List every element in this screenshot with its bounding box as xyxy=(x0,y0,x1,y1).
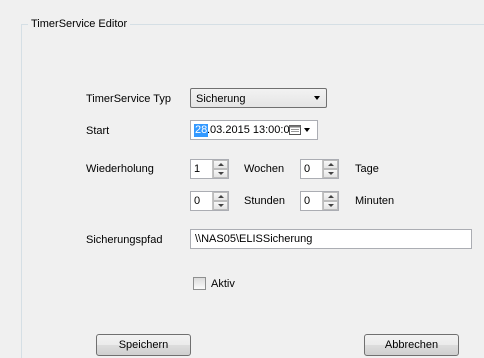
type-select-value: Sicherung xyxy=(196,93,246,105)
days-value[interactable]: 0 xyxy=(304,163,310,176)
path-input[interactable]: \\NAS05\ELISSicherung xyxy=(190,229,472,249)
type-label: TimerService Typ xyxy=(86,93,171,105)
spin-up-icon[interactable] xyxy=(323,160,338,169)
minutes-stepper[interactable]: 0 xyxy=(300,191,339,211)
days-label: Tage xyxy=(355,163,379,175)
weeks-value[interactable]: 1 xyxy=(194,163,200,176)
spin-down-icon[interactable] xyxy=(323,169,338,178)
weeks-label: Wochen xyxy=(244,163,285,175)
cancel-button[interactable]: Abbrechen xyxy=(364,334,459,356)
active-checkbox[interactable] xyxy=(193,277,206,290)
repeat-label: Wiederholung xyxy=(86,163,154,175)
timerservice-groupbox xyxy=(21,24,484,358)
chevron-down-icon xyxy=(314,96,320,100)
start-datetime-rest[interactable]: .03.2015 13:00:00 xyxy=(207,124,296,137)
hours-label: Stunden xyxy=(244,195,285,207)
hours-stepper[interactable]: 0 xyxy=(190,191,229,211)
days-stepper[interactable]: 0 xyxy=(300,159,339,179)
minutes-spin-buttons xyxy=(322,192,338,210)
weeks-stepper[interactable]: 1 xyxy=(190,159,229,179)
weeks-spin-buttons xyxy=(212,160,228,178)
active-label[interactable]: Aktiv xyxy=(211,277,235,291)
spin-down-icon[interactable] xyxy=(323,201,338,210)
start-label: Start xyxy=(86,125,110,137)
calendar-icon[interactable] xyxy=(289,124,301,135)
minutes-value[interactable]: 0 xyxy=(304,195,310,208)
path-value[interactable]: \\NAS05\ELISSicherung xyxy=(195,233,312,246)
path-label: Sicherungspfad xyxy=(86,234,163,246)
minutes-label: Minuten xyxy=(355,195,395,207)
days-spin-buttons xyxy=(322,160,338,178)
type-select[interactable]: Sicherung xyxy=(190,88,327,108)
spin-up-icon[interactable] xyxy=(213,192,228,201)
hours-value[interactable]: 0 xyxy=(194,195,200,208)
spin-up-icon[interactable] xyxy=(323,192,338,201)
chevron-down-icon[interactable] xyxy=(304,128,310,132)
spin-up-icon[interactable] xyxy=(213,160,228,169)
hours-spin-buttons xyxy=(212,192,228,210)
spin-down-icon[interactable] xyxy=(213,169,228,178)
save-button[interactable]: Speichern xyxy=(96,334,191,356)
start-datetime-picker[interactable]: 28 .03.2015 13:00:00 xyxy=(190,120,318,140)
spin-down-icon[interactable] xyxy=(213,201,228,210)
group-title: TimerService Editor xyxy=(28,17,131,31)
